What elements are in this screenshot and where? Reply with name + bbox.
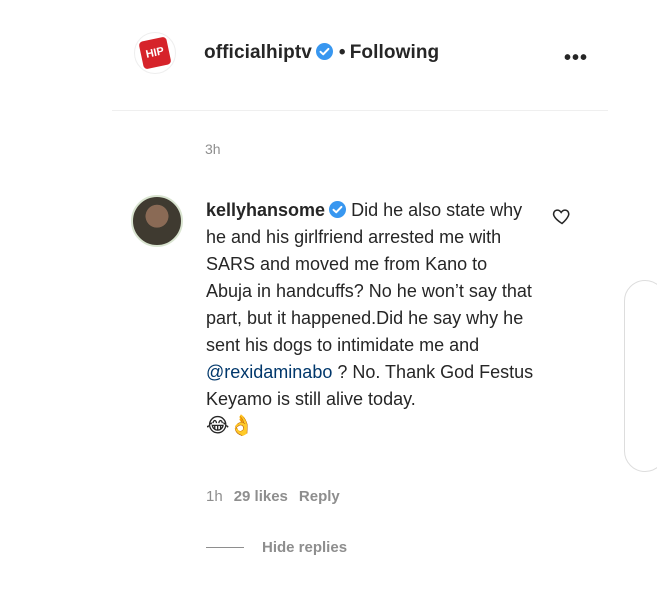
commenter-avatar[interactable] <box>131 195 183 247</box>
comment-likes[interactable]: 29 likes <box>234 488 288 505</box>
following-button[interactable]: Following <box>350 42 440 63</box>
mention-link[interactable]: @rexidaminabo <box>206 362 332 382</box>
verified-badge-icon <box>315 43 333 60</box>
side-panel-edge <box>624 280 657 472</box>
post-header: HIP officialhiptv • Following ••• <box>112 0 608 111</box>
verified-badge-icon <box>329 201 347 218</box>
commenter-username[interactable]: kellyhansome <box>206 200 325 220</box>
comment-time: 1h <box>206 488 223 505</box>
separator-dot: • <box>338 42 346 63</box>
comment-emojis: 😂👌 <box>206 415 255 437</box>
poster-username[interactable]: officialhiptv <box>204 42 312 63</box>
more-options-icon[interactable]: ••• <box>564 47 588 70</box>
heart-outline-icon[interactable] <box>552 206 572 226</box>
reply-button[interactable]: Reply <box>299 488 340 505</box>
post-timestamp: 3h <box>205 141 221 157</box>
comment-body: kellyhansome Did he also state why he an… <box>206 197 536 440</box>
comment-text-part1: Did he also state why he and his girlfri… <box>206 200 532 355</box>
hiptv-logo: HIP <box>138 36 172 70</box>
hide-replies-label: Hide replies <box>262 539 348 556</box>
hide-replies-button[interactable]: Hide replies <box>206 539 347 556</box>
hide-replies-line <box>206 547 244 548</box>
comment-meta: 1h 29 likes Reply <box>206 488 340 505</box>
poster-avatar[interactable]: HIP <box>134 32 176 74</box>
header-user-line: officialhiptv • Following <box>204 42 439 64</box>
